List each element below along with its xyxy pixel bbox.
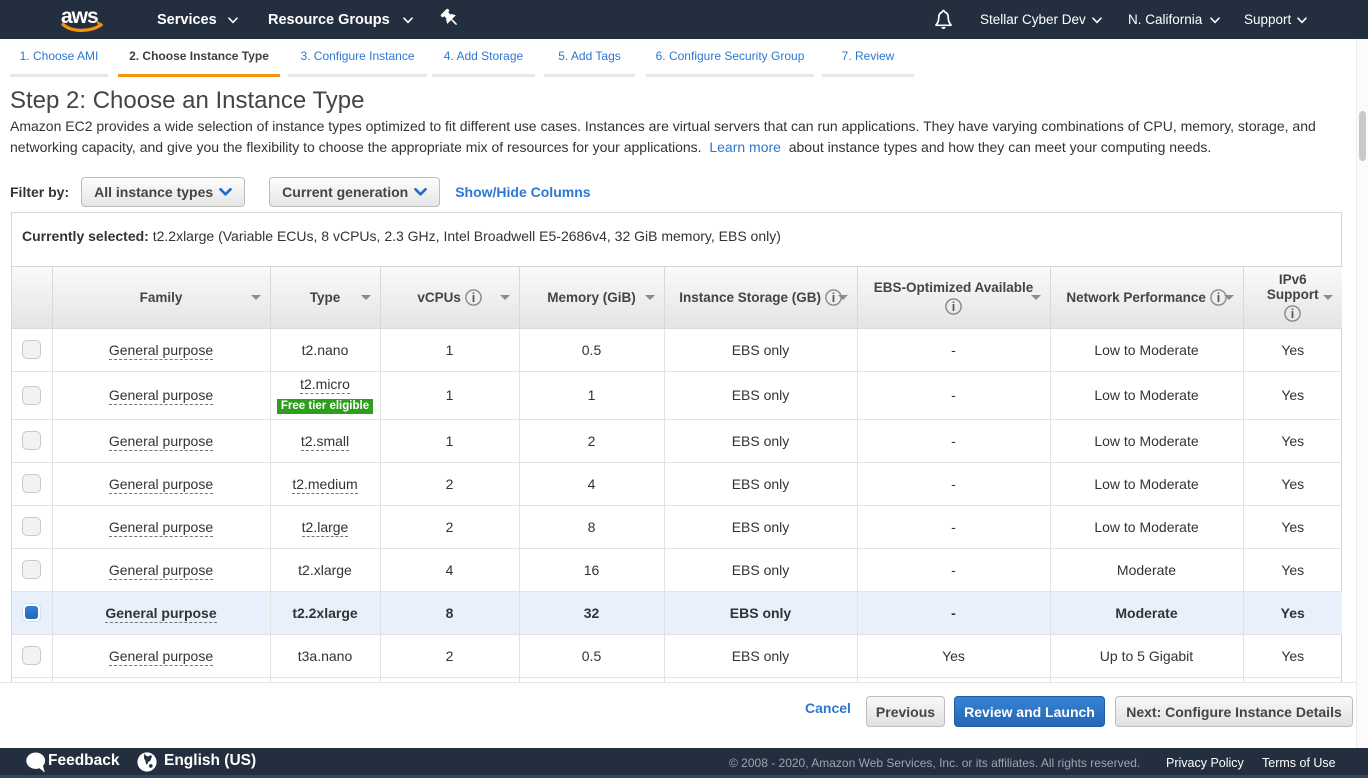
svg-text:aws: aws — [61, 5, 98, 28]
svg-text:i: i — [1216, 291, 1219, 305]
svg-text:i: i — [832, 291, 835, 305]
svg-text:i: i — [471, 291, 474, 305]
svg-text:i: i — [1291, 307, 1294, 321]
svg-text:i: i — [952, 300, 955, 314]
